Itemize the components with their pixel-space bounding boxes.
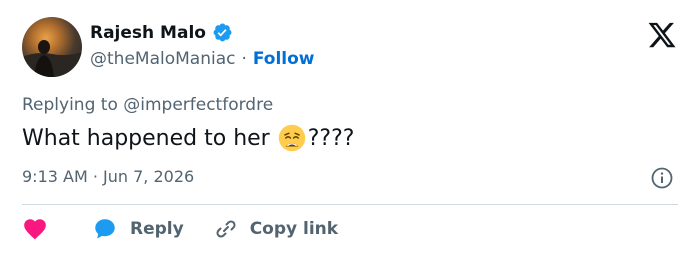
link-icon bbox=[216, 220, 236, 238]
copy-link-button[interactable]: Copy link bbox=[184, 217, 338, 241]
reply-label: Reply bbox=[130, 219, 184, 239]
timestamp[interactable]: 9:13 AM · Jun 7, 2026 bbox=[22, 167, 194, 186]
reply-button[interactable]: Reply bbox=[48, 216, 184, 242]
heart-icon bbox=[24, 219, 46, 240]
verified-badge-icon bbox=[213, 23, 232, 42]
avatar-image bbox=[22, 40, 82, 77]
tweet-text-suffix: ???? bbox=[307, 125, 355, 151]
copy-link-label: Copy link bbox=[249, 219, 339, 239]
like-button[interactable] bbox=[22, 216, 48, 242]
follow-button[interactable]: Follow bbox=[253, 49, 315, 69]
weary-face-icon bbox=[278, 124, 305, 152]
tweet-text-main: What happened to her bbox=[22, 125, 270, 151]
divider bbox=[22, 204, 678, 205]
info-icon[interactable] bbox=[650, 166, 674, 190]
tweet-text: What happened to her ???? bbox=[22, 124, 354, 152]
handle-row: @theMaloManiac · Follow bbox=[90, 49, 315, 69]
separator-dot: · bbox=[241, 49, 247, 69]
author-name[interactable]: Rajesh Malo bbox=[90, 23, 206, 43]
author-handle[interactable]: @theMaloManiac bbox=[90, 49, 235, 69]
author-name-row: Rajesh Malo bbox=[90, 22, 233, 43]
avatar[interactable] bbox=[22, 17, 82, 77]
x-logo-icon[interactable] bbox=[646, 20, 678, 50]
action-bar: Reply Copy link bbox=[22, 216, 338, 242]
reply-context: Replying to @imperfectfordre bbox=[22, 95, 274, 115]
reply-bubble-icon bbox=[95, 219, 115, 239]
